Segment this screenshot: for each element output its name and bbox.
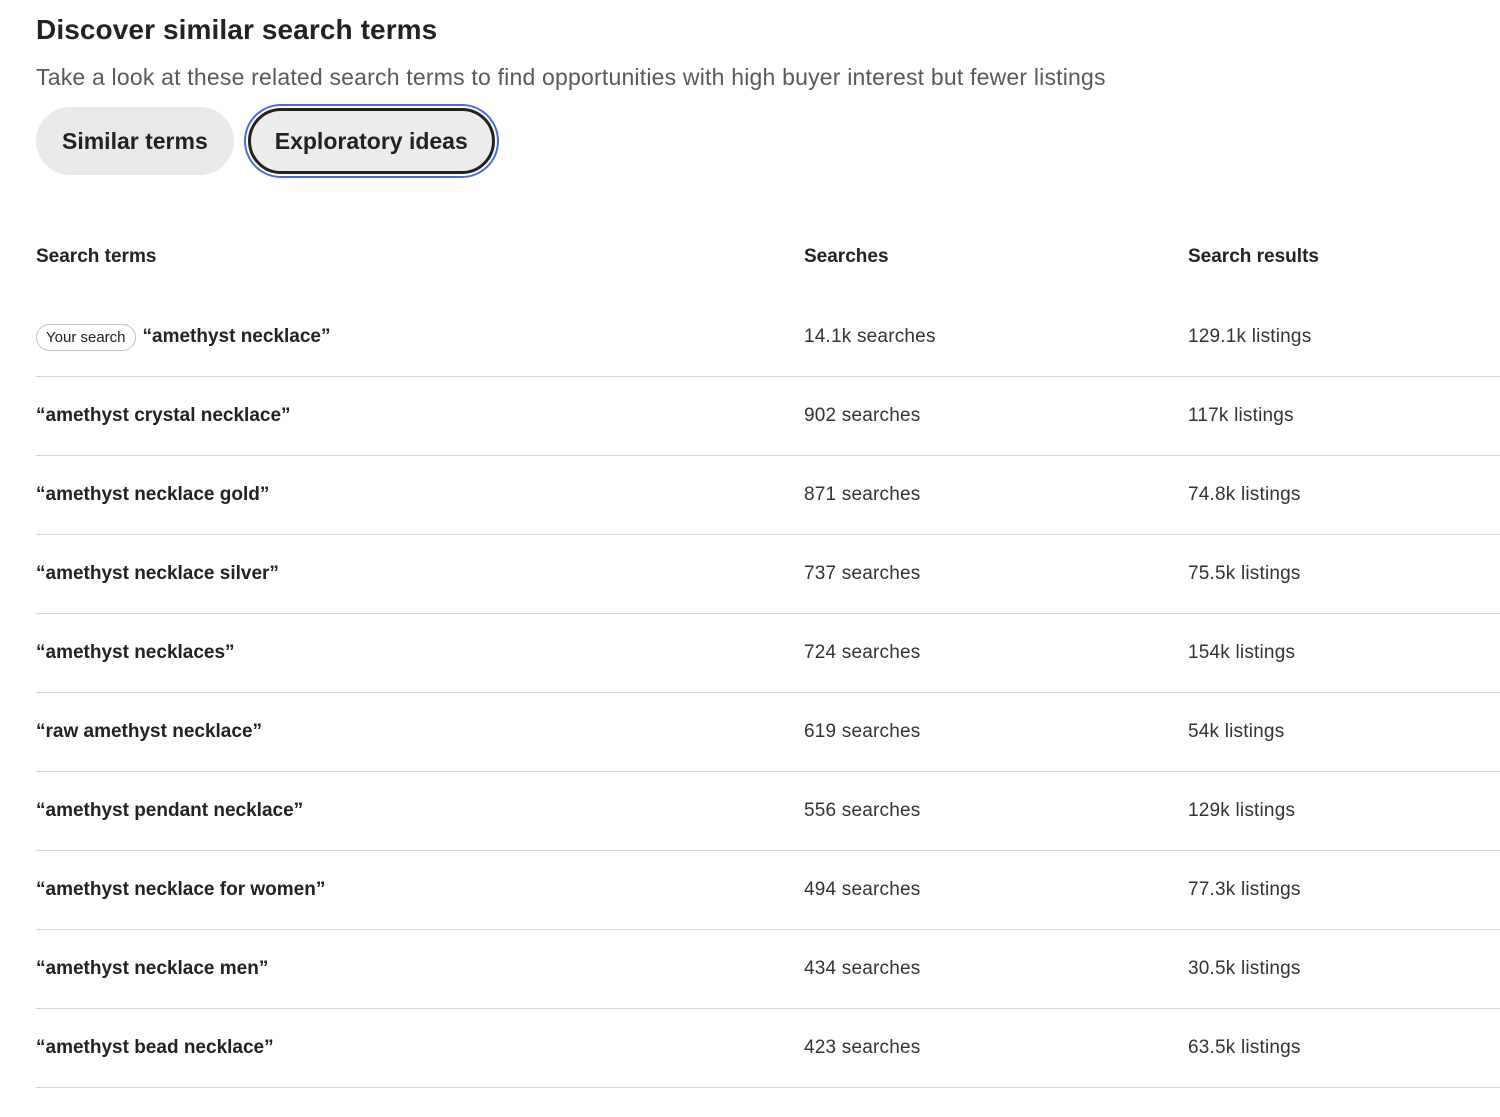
results-cell: 74.8k listings <box>1188 484 1301 505</box>
searches-cell: 737 searches <box>804 563 921 584</box>
table-row: “amethyst necklace silver” 737 searches … <box>36 535 1500 614</box>
searches-cell: 434 searches <box>804 958 921 979</box>
results-cell: 77.3k listings <box>1188 879 1301 900</box>
table-row: Your search “amethyst necklace” 14.1k se… <box>36 298 1500 377</box>
searches-cell: 494 searches <box>804 879 921 900</box>
search-term: “amethyst necklace” <box>142 326 331 347</box>
searches-cell: 871 searches <box>804 484 921 505</box>
results-cell: 129k listings <box>1188 800 1296 821</box>
term-cell: Your search “amethyst necklace” <box>36 323 804 351</box>
tab-exploratory-ideas[interactable]: Exploratory ideas <box>247 108 495 174</box>
searches-cell: 619 searches <box>804 721 921 742</box>
table-row: “raw amethyst necklace” 619 searches 54k… <box>36 693 1500 772</box>
table-row: “amethyst necklace gold” 871 searches 74… <box>36 456 1500 535</box>
search-term: “amethyst necklace gold” <box>36 484 270 505</box>
page: Discover similar search terms Take a loo… <box>0 0 1500 1117</box>
section-title: Discover similar search terms <box>36 14 438 45</box>
results-cell: 129.1k listings <box>1188 326 1312 347</box>
search-term: “amethyst necklace men” <box>36 958 269 979</box>
tab-group: Similar terms Exploratory ideas <box>36 107 495 175</box>
table-row: “amethyst crystal necklace” 902 searches… <box>36 377 1500 456</box>
results-cell: 75.5k listings <box>1188 563 1301 584</box>
searches-cell: 902 searches <box>804 405 921 426</box>
searches-cell: 14.1k searches <box>804 326 936 347</box>
search-term: “amethyst crystal necklace” <box>36 405 291 426</box>
results-cell: 117k listings <box>1188 405 1294 426</box>
search-term: “amethyst necklace for women” <box>36 879 326 900</box>
column-header-search-terms: Search terms <box>36 246 157 267</box>
table-row: “amethyst necklace men” 434 searches 30.… <box>36 930 1500 1009</box>
your-search-badge: Your search <box>36 323 136 351</box>
search-term: “raw amethyst necklace” <box>36 721 263 742</box>
table-header: Search terms Searches Search results <box>36 218 1500 298</box>
table-row: “amethyst necklace for women” 494 search… <box>36 851 1500 930</box>
search-term: “amethyst bead necklace” <box>36 1037 274 1058</box>
searches-cell: 724 searches <box>804 642 921 663</box>
column-header-searches: Searches <box>804 246 889 267</box>
column-header-search-results: Search results <box>1188 246 1319 267</box>
search-term: “amethyst pendant necklace” <box>36 800 304 821</box>
table-row: “amethyst bead necklace” 423 searches 63… <box>36 1009 1500 1088</box>
section-subtitle: Take a look at these related search term… <box>36 64 1106 90</box>
results-cell: 54k listings <box>1188 721 1285 742</box>
search-terms-table: Search terms Searches Search results You… <box>36 218 1500 1088</box>
table-row: “amethyst necklaces” 724 searches 154k l… <box>36 614 1500 693</box>
table-row: “amethyst pendant necklace” 556 searches… <box>36 772 1500 851</box>
search-term: “amethyst necklace silver” <box>36 563 279 584</box>
tab-similar-terms[interactable]: Similar terms <box>36 107 234 175</box>
searches-cell: 556 searches <box>804 800 921 821</box>
searches-cell: 423 searches <box>804 1037 921 1058</box>
search-term: “amethyst necklaces” <box>36 642 235 663</box>
results-cell: 63.5k listings <box>1188 1037 1301 1058</box>
results-cell: 30.5k listings <box>1188 958 1301 979</box>
results-cell: 154k listings <box>1188 642 1296 663</box>
